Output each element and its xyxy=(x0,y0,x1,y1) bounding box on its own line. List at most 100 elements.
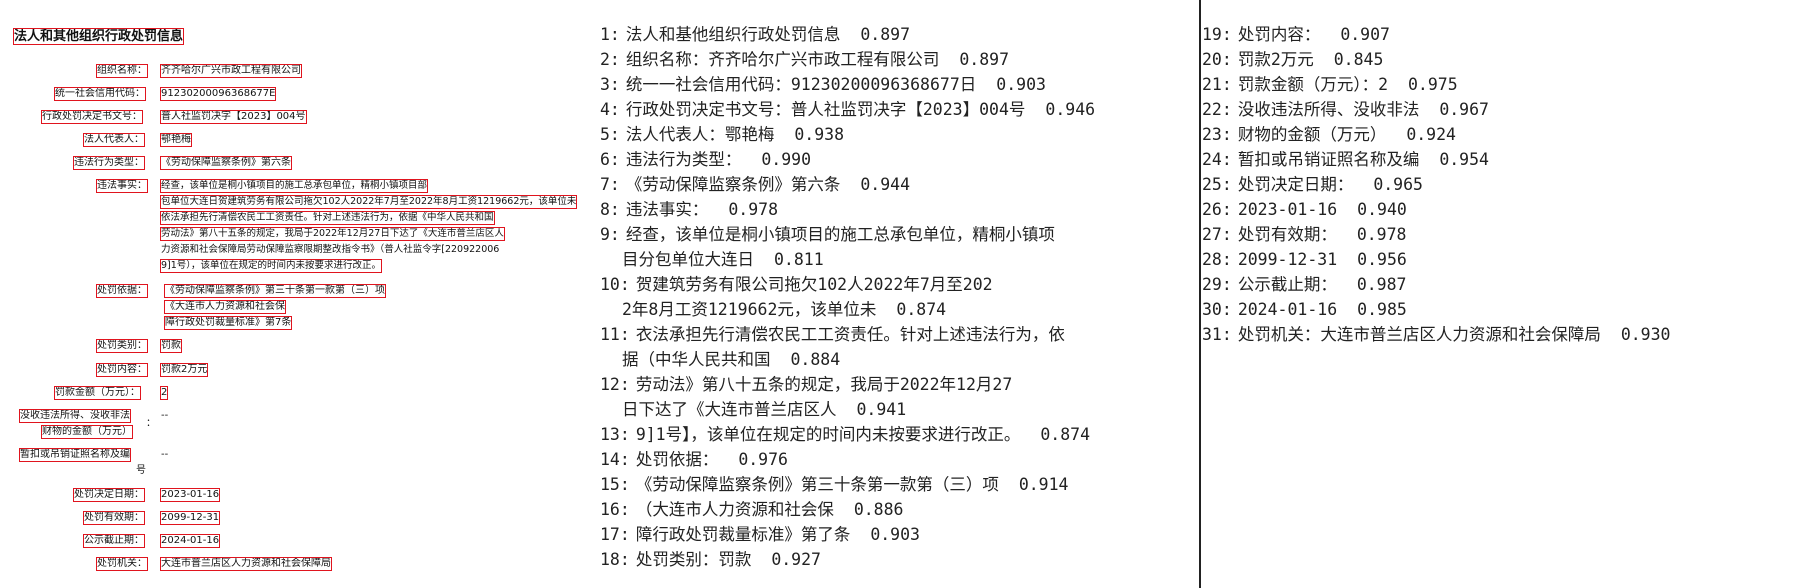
ocr-result-index: 12: xyxy=(600,375,630,394)
ocr-result-score: 0.985 xyxy=(1357,300,1407,319)
ocr-result-score: 0.907 xyxy=(1340,25,1390,44)
ocr-result-score: 0.897 xyxy=(959,50,1010,69)
ocr-result-row-continuation: 日下达了《大连市普兰店区人 0.941 xyxy=(600,397,1095,422)
ocr-result-index: 5: xyxy=(600,125,620,144)
ocr-result-index: 18: xyxy=(600,550,630,569)
ocr-result-text: 统一一社会信用代码：91230200096368677日 xyxy=(625,75,977,94)
ocr-result-index: 27: xyxy=(1202,225,1232,244)
ocr-result-row: 13: 9]1号】，该单位在规定的时间内未按要求进行改正。 0.874 xyxy=(600,422,1095,447)
ocr-result-score: 0.938 xyxy=(794,125,845,144)
ocr-result-row: 2: 组织名称：齐齐哈尔广兴市政工程有限公司 0.897 xyxy=(600,47,1095,72)
ocr-result-row: 29: 公示截止期： 0.987 xyxy=(1202,272,1670,297)
ocr-result-row-continuation: 据（中华人民共和国 0.884 xyxy=(600,347,1095,372)
doc-value-penalty-type: 罚款 xyxy=(160,339,182,353)
ocr-result-row: 18: 处罚类别：罚款 0.927 xyxy=(600,547,1095,572)
ocr-result-score: 0.886 xyxy=(853,500,904,519)
ocr-result-score: 0.956 xyxy=(1357,250,1407,269)
ocr-result-text: 没收违法所得、没收非法 xyxy=(1237,100,1420,119)
doc-label-penalty-type: 处罚类别： xyxy=(96,339,148,353)
ocr-result-index: 2: xyxy=(600,50,620,69)
doc-value-decision-date: 2023-01-16 xyxy=(159,488,221,502)
ocr-result-index: 30: xyxy=(1202,300,1232,319)
ocr-result-index: 24: xyxy=(1202,150,1232,169)
ocr-result-index: 21: xyxy=(1202,75,1232,94)
ocr-result-row: 20: 罚款2万元 0.845 xyxy=(1202,47,1670,72)
ocr-result-text: 违法行为类型： xyxy=(625,150,742,169)
ocr-result-text-continuation: 据（中华人民共和国 xyxy=(622,350,771,369)
doc-facts-line-5: 力资源和社会保障局劳动保障监察限期整改指令书》（普人社监令字[220922006 xyxy=(161,244,500,255)
ocr-result-index: 10: xyxy=(600,275,630,294)
ocr-result-index: 14: xyxy=(600,450,630,469)
ocr-result-row: 27: 处罚有效期： 0.978 xyxy=(1202,222,1670,247)
ocr-result-index: 31: xyxy=(1202,325,1232,344)
ocr-result-row: 7: 《劳动保障监察条例》第六条 0.944 xyxy=(600,172,1095,197)
doc-label-facts: 违法事实： xyxy=(96,179,148,193)
doc-label-license-2: 号 xyxy=(136,465,146,476)
doc-label-license-1: 暂扣或吊销证照名称及编 xyxy=(19,448,131,462)
ocr-result-text: 公示截止期： xyxy=(1237,275,1337,294)
ocr-result-text: 罚款金额（万元）：2 xyxy=(1237,75,1388,94)
ocr-result-index: 11: xyxy=(600,325,630,344)
ocr-result-score: 0.965 xyxy=(1373,175,1423,194)
ocr-result-text: 处罚依据： xyxy=(635,450,719,469)
ocr-result-text: 劳动法》第八十五条的规定，我局于2022年12月27 xyxy=(635,375,1013,394)
ocr-result-text: 《劳动保障监察条例》第六条 xyxy=(625,175,841,194)
ocr-result-index: 22: xyxy=(1202,100,1232,119)
ocr-result-score: 0.927 xyxy=(771,550,821,569)
ocr-result-index: 13: xyxy=(600,425,630,444)
ocr-result-score: 0.845 xyxy=(1333,50,1384,69)
ocr-result-row: 3: 统一一社会信用代码：91230200096368677日 0.903 xyxy=(600,72,1095,97)
ocr-result-score: 0.874 xyxy=(896,300,947,319)
doc-basis-line-2: 《大连市人力资源和社会保 xyxy=(164,300,286,314)
ocr-result-score: 0.967 xyxy=(1439,100,1489,119)
ocr-result-text: 处罚类别：罚款 xyxy=(635,550,752,569)
doc-label-legal-rep: 法人代表人： xyxy=(83,133,145,147)
ocr-result-score: 0.903 xyxy=(870,525,920,544)
ocr-result-index: 7: xyxy=(600,175,620,194)
doc-facts-line-6: 9]1号），该单位在规定的时间内未按要求进行改正。 xyxy=(159,259,383,273)
ocr-result-score: 0.976 xyxy=(738,450,788,469)
ocr-result-index: 29: xyxy=(1202,275,1232,294)
ocr-result-text: 《劳动保障监察条例》第三十条第一款第（三）项 xyxy=(635,475,999,494)
ocr-result-row: 19: 处罚内容： 0.907 xyxy=(1202,22,1670,47)
ocr-result-index: 16: xyxy=(600,500,630,519)
doc-label-decision-no: 行政处罚决定书文号： xyxy=(41,110,143,124)
ocr-result-row: 26: 2023-01-16 0.940 xyxy=(1202,197,1670,222)
ocr-result-text: 处罚有效期： xyxy=(1237,225,1337,244)
ocr-result-text: 财物的金额（万元） xyxy=(1237,125,1387,144)
ocr-result-index: 19: xyxy=(1202,25,1232,44)
doc-label-publicity-end: 公示截止期： xyxy=(83,534,145,548)
ocr-results-panel: 1: 法人和基他组织行政处罚信息 0.897 2: 组织名称：齐齐哈尔广兴市政工程有限公… xyxy=(590,0,1800,588)
doc-value-penalty-content: 罚款2万元 xyxy=(159,363,209,377)
ocr-result-index: 15: xyxy=(600,475,630,494)
ocr-result-index: 4: xyxy=(600,100,620,119)
ocr-result-score: 0.914 xyxy=(1018,475,1069,494)
ocr-result-index: 8: xyxy=(600,200,620,219)
doc-label-confiscation-2: 财物的金额（万元） xyxy=(41,425,133,439)
ocr-result-text: 经查，该单位是桐小镇项目的施工总承包单位，精桐小镇项 xyxy=(625,225,1055,244)
doc-label-valid-until: 处罚有效期： xyxy=(83,511,145,525)
ocr-result-score: 0.884 xyxy=(790,350,841,369)
ocr-result-index: 6: xyxy=(600,150,620,169)
ocr-result-score: 0.978 xyxy=(1356,225,1407,244)
ocr-result-text-continuation: 目分包单位大连日 xyxy=(622,250,754,269)
doc-value-valid-until: 2099-12-31 xyxy=(159,511,221,525)
ocr-result-index: 26: xyxy=(1202,200,1232,219)
ocr-result-row-continuation: 2年8月工资1219662元，该单位未 0.874 xyxy=(600,297,1095,322)
ocr-column-left: 1: 法人和基他组织行政处罚信息 0.897 2: 组织名称：齐齐哈尔广兴市政工程有限公… xyxy=(600,22,1095,572)
ocr-result-row: 1: 法人和基他组织行政处罚信息 0.897 xyxy=(600,22,1095,47)
ocr-result-index: 25: xyxy=(1202,175,1232,194)
ocr-result-score: 0.941 xyxy=(856,400,907,419)
ocr-result-row: 4: 行政处罚决定书文号：普人社监罚决字【2023】004号 0.946 xyxy=(600,97,1095,122)
ocr-result-score: 0.944 xyxy=(860,175,911,194)
doc-basis-line-1: 《劳动保障监察条例》第三十条第一款第（三）项 xyxy=(164,284,386,298)
ocr-result-text: 法人和基他组织行政处罚信息 xyxy=(625,25,841,44)
doc-title: 法人和其他组织行政处罚信息 xyxy=(12,28,185,45)
ocr-result-row: 14: 处罚依据： 0.976 xyxy=(600,447,1095,472)
ocr-result-text: 违法事实： xyxy=(625,200,709,219)
doc-label-violation-type: 违法行为类型： xyxy=(73,156,145,170)
doc-label-fine-amount: 罚款金额（万元）： xyxy=(54,386,141,400)
ocr-result-text-continuation: 日下达了《大连市普兰店区人 xyxy=(622,400,837,419)
ocr-result-score: 0.940 xyxy=(1357,200,1407,219)
ocr-result-text: （大连市人力资源和社会保 xyxy=(635,500,834,519)
